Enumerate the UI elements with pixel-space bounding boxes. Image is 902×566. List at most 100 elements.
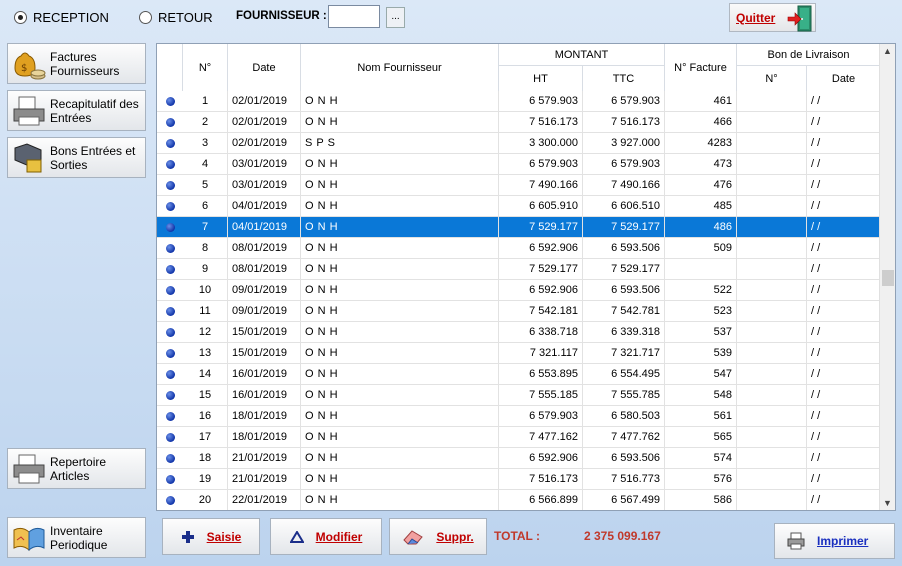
- reception-label: RECEPTION: [33, 10, 109, 25]
- row-status-icon: [166, 202, 175, 211]
- cell-num: 12: [183, 322, 228, 343]
- header-ttc[interactable]: TTC: [583, 66, 665, 91]
- header-date[interactable]: Date: [228, 44, 301, 91]
- header-num-facture[interactable]: N° Facture: [665, 44, 737, 91]
- table-row[interactable]: 7 04/01/2019 O N H7 529.177 7 529.177 486/ /: [157, 217, 880, 238]
- cell-bln: [737, 217, 807, 238]
- row-status-icon: [166, 118, 175, 127]
- cell-date: 22/01/2019: [228, 490, 301, 510]
- cell-ttc: 7 321.717: [583, 343, 665, 364]
- row-status-icon: [166, 307, 175, 316]
- cell-ht: 6 579.903: [499, 154, 583, 175]
- table-row[interactable]: 6 04/01/2019 O N H6 605.910 6 606.510 485 / /: [157, 196, 880, 217]
- table-row[interactable]: 18 21/01/2019 O N H6 592.906 6 593.506 574 / …: [157, 448, 880, 469]
- plus-icon: [181, 530, 194, 543]
- cell-num: 7: [183, 217, 228, 238]
- total-label: TOTAL :: [494, 529, 540, 543]
- cell-ttc: 6 567.499: [583, 490, 665, 510]
- table-row[interactable]: 5 03/01/2019 O N H7 490.166 7 490.166 476/ /: [157, 175, 880, 196]
- table-row[interactable]: 13 15/01/2019 O N H7 321.117 7 321.717 539 / …: [157, 343, 880, 364]
- cell-ht: 7 542.181: [499, 301, 583, 322]
- cell-bln: [737, 175, 807, 196]
- cell-fac: 473: [665, 154, 737, 175]
- radio-checked-icon: [14, 11, 27, 24]
- table-row[interactable]: 2 02/01/2019 O N H7 516.173 7 516.173 466/ /: [157, 112, 880, 133]
- retour-radio[interactable]: RETOUR: [139, 10, 213, 25]
- table-row[interactable]: 19 21/01/2019 O N H7 516.173 7 516.773 576 / …: [157, 469, 880, 490]
- cell-num: 18: [183, 448, 228, 469]
- cell-fac: 476: [665, 175, 737, 196]
- cell-date: 02/01/2019: [228, 91, 301, 112]
- table-row[interactable]: 14 16/01/2019 O N H6 553.895 6 554.495 547 / …: [157, 364, 880, 385]
- fournisseur-input[interactable]: [328, 5, 380, 28]
- cell-fac: 565: [665, 427, 737, 448]
- grid-scrollbar[interactable]: ▲ ▼: [879, 44, 895, 510]
- header-bon-date[interactable]: Date: [807, 66, 880, 91]
- cell-ht: 6 605.910: [499, 196, 583, 217]
- printer-icon: [13, 454, 45, 483]
- row-status-icon: [166, 244, 175, 253]
- cell-date: 18/01/2019: [228, 406, 301, 427]
- table-row[interactable]: 16 18/01/2019 O N H6 579.903 6 580.503 561 / …: [157, 406, 880, 427]
- cell-fac: 576: [665, 469, 737, 490]
- table-row[interactable]: 12 15/01/2019 O N H6 338.718 6 339.318 537 / …: [157, 322, 880, 343]
- table-row[interactable]: 4 03/01/2019 O N H6 579.903 6 579.903 473/ /: [157, 154, 880, 175]
- cell-bln: [737, 343, 807, 364]
- header-bon-livraison: Bon de Livraison: [737, 44, 880, 66]
- cell-ht: 6 592.906: [499, 238, 583, 259]
- cell-bln: [737, 238, 807, 259]
- table-row[interactable]: 10 09/01/2019 O N H6 592.906 6 593.506 522 / …: [157, 280, 880, 301]
- repertoire-articles-button[interactable]: Repertoire Articles: [7, 448, 146, 489]
- cell-num: 13: [183, 343, 228, 364]
- cell-num: 9: [183, 259, 228, 280]
- inventaire-periodique-button[interactable]: Inventaire Periodique: [7, 517, 146, 558]
- cell-ttc: 7 555.785: [583, 385, 665, 406]
- header-bon-num[interactable]: N°: [737, 66, 807, 91]
- recapitulatif-entrees-button[interactable]: Recapitulatif des Entrées: [7, 90, 146, 131]
- cell-date: 16/01/2019: [228, 385, 301, 406]
- scroll-up-icon[interactable]: ▲: [883, 46, 892, 56]
- saisie-button[interactable]: Saisie: [162, 518, 260, 555]
- cell-bln: [737, 385, 807, 406]
- table-row[interactable]: 11 09/01/2019 O N H7 542.181 7 542.781 523 / …: [157, 301, 880, 322]
- cell-nom: O N H: [301, 112, 499, 133]
- cell-bld: / /: [811, 200, 821, 212]
- cell-bld: / /: [811, 263, 821, 275]
- cell-bld: / /: [811, 347, 821, 359]
- header-ht[interactable]: HT: [499, 66, 583, 91]
- fournisseur-browse-button[interactable]: ...: [386, 7, 405, 28]
- header-num[interactable]: N°: [183, 44, 228, 91]
- scroll-thumb[interactable]: [882, 270, 894, 286]
- cell-date: 03/01/2019: [228, 175, 301, 196]
- cell-nom: O N H: [301, 490, 499, 510]
- modifier-button[interactable]: Modifier: [270, 518, 382, 555]
- cell-date: 04/01/2019: [228, 196, 301, 217]
- table-row[interactable]: 9 08/01/2019 O N H7 529.177 7 529.177/ /: [157, 259, 880, 280]
- cell-bln: [737, 364, 807, 385]
- table-row[interactable]: 8 08/01/2019 O N H6 592.906 6 593.506 509 / /: [157, 238, 880, 259]
- table-row[interactable]: 15 16/01/2019 O N H7 555.185 7 555.785 548 / …: [157, 385, 880, 406]
- table-row[interactable]: 17 18/01/2019 O N H7 477.162 7 477.762 565 / …: [157, 427, 880, 448]
- cell-ttc: 3 927.000: [583, 133, 665, 154]
- scroll-down-icon[interactable]: ▼: [883, 498, 892, 508]
- cell-bld: / /: [811, 305, 821, 317]
- row-status-icon: [166, 139, 175, 148]
- cell-num: 17: [183, 427, 228, 448]
- bons-entrees-sorties-button[interactable]: Bons Entrées et Sorties: [7, 137, 146, 178]
- reception-radio[interactable]: RECEPTION: [14, 10, 109, 25]
- printer-document-icon: [13, 96, 45, 125]
- cell-bld: / /: [811, 389, 821, 401]
- header-nom-fournisseur[interactable]: Nom Fournisseur: [301, 44, 499, 91]
- table-row[interactable]: 20 22/01/2019 O N H6 566.899 6 567.499 586 / …: [157, 490, 880, 510]
- imprimer-button[interactable]: Imprimer: [774, 523, 895, 559]
- cell-fac: 586: [665, 490, 737, 510]
- supprimer-button[interactable]: Suppr.: [389, 518, 487, 555]
- cell-bld: / /: [811, 221, 821, 233]
- cell-num: 14: [183, 364, 228, 385]
- row-status-icon: [166, 370, 175, 379]
- factures-fournisseurs-button[interactable]: $ Factures Fournisseurs: [7, 43, 146, 84]
- table-row[interactable]: 1 02/01/2019 O N H6 579.903 6 579.903 461/ /: [157, 91, 880, 112]
- cell-fac: 574: [665, 448, 737, 469]
- quit-button[interactable]: Quitter: [729, 3, 816, 32]
- table-row[interactable]: 3 02/01/2019 S P S3 300.000 3 927.000 4283 / …: [157, 133, 880, 154]
